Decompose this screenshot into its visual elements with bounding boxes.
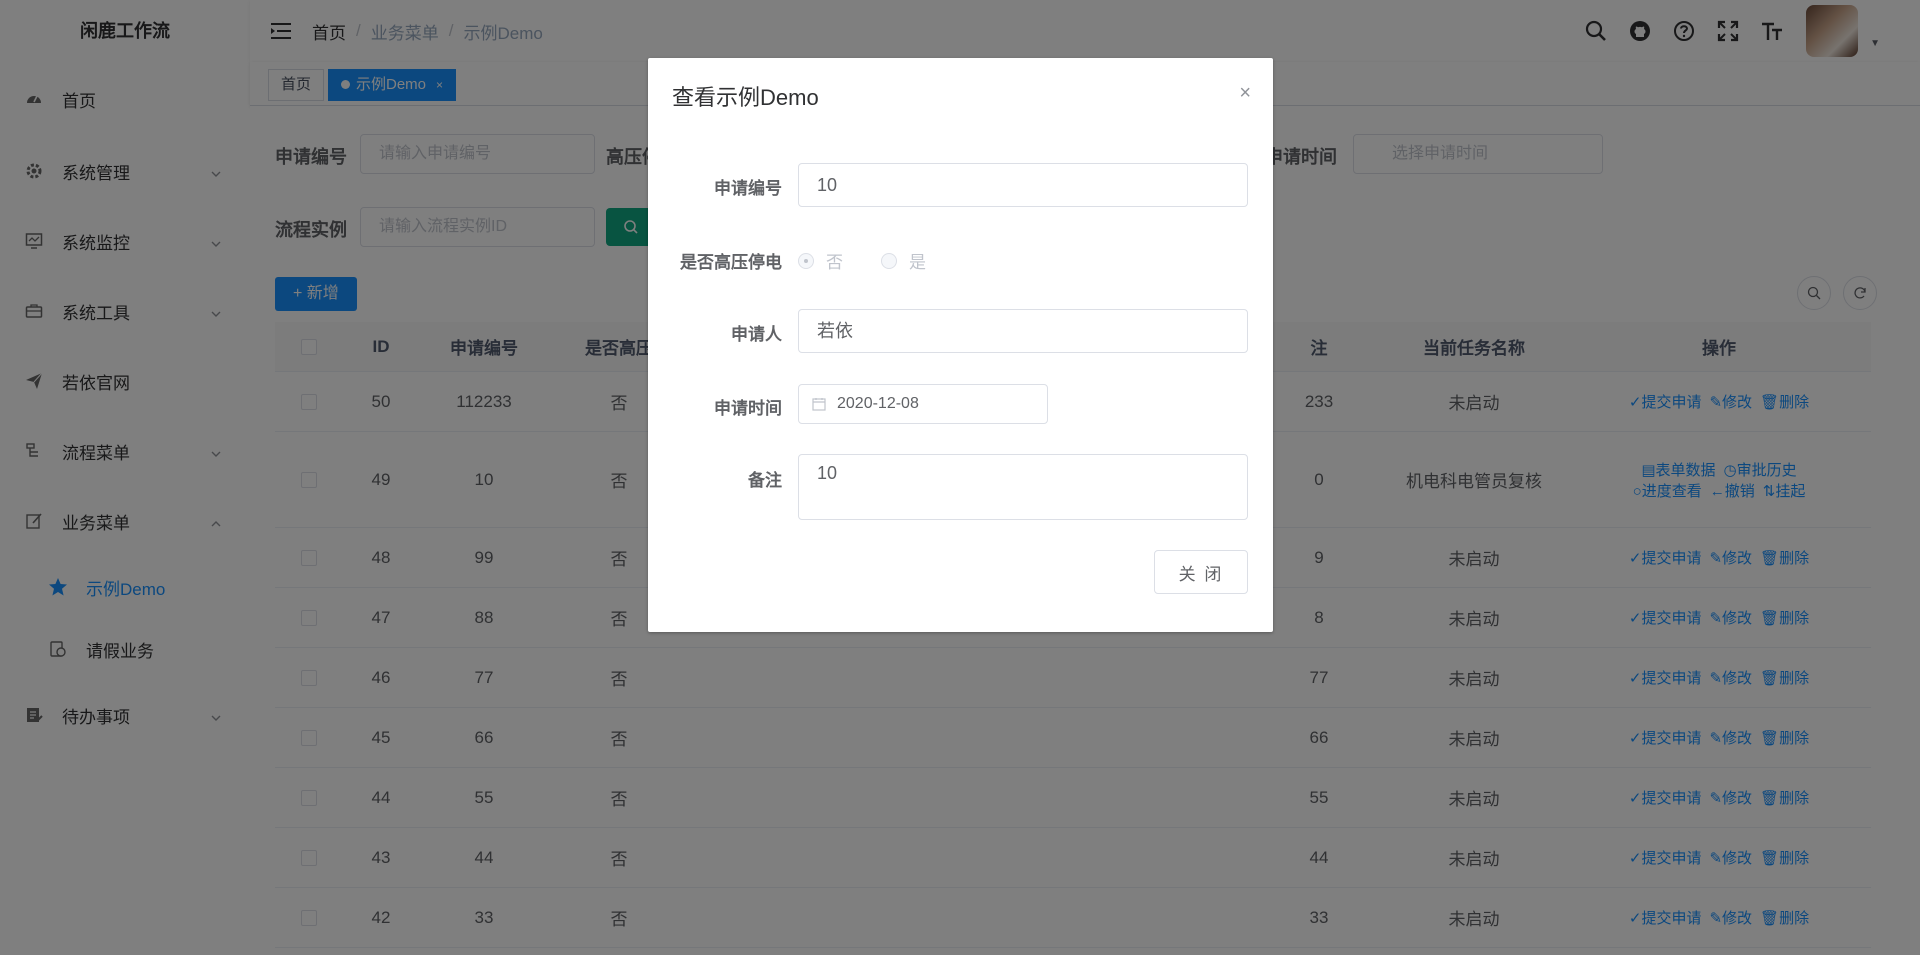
applicant-field[interactable]: 若依 — [798, 309, 1248, 353]
hv-radio-yes[interactable]: 是 — [881, 248, 926, 273]
time-picker[interactable]: 2020-12-08 — [798, 384, 1048, 424]
hv-radio-no[interactable]: 否 — [798, 248, 843, 273]
remark-field[interactable]: 10 — [798, 454, 1248, 520]
close-button[interactable]: 关 闭 — [1154, 550, 1248, 594]
radio-icon — [798, 252, 814, 269]
close-icon[interactable]: × — [1239, 82, 1251, 105]
time-value: 2020-12-08 — [837, 395, 919, 412]
hv-label: 是否高压停电 — [680, 253, 782, 272]
apply-no-field[interactable]: 10 — [798, 163, 1248, 207]
applicant-label: 申请人 — [731, 325, 782, 344]
remark-label: 备注 — [748, 471, 782, 490]
dialog-title: 查看示例Demo — [672, 85, 819, 110]
time-label: 申请时间 — [714, 399, 782, 418]
calendar-icon — [812, 398, 826, 411]
radio-icon — [881, 252, 897, 269]
radio-label: 否 — [826, 253, 843, 272]
radio-label: 是 — [909, 253, 926, 272]
view-demo-dialog: 查看示例Demo × 申请编号 10 是否高压停电 否 是 申请人 若依 申请时… — [648, 58, 1273, 632]
apply-no-label: 申请编号 — [714, 179, 782, 198]
